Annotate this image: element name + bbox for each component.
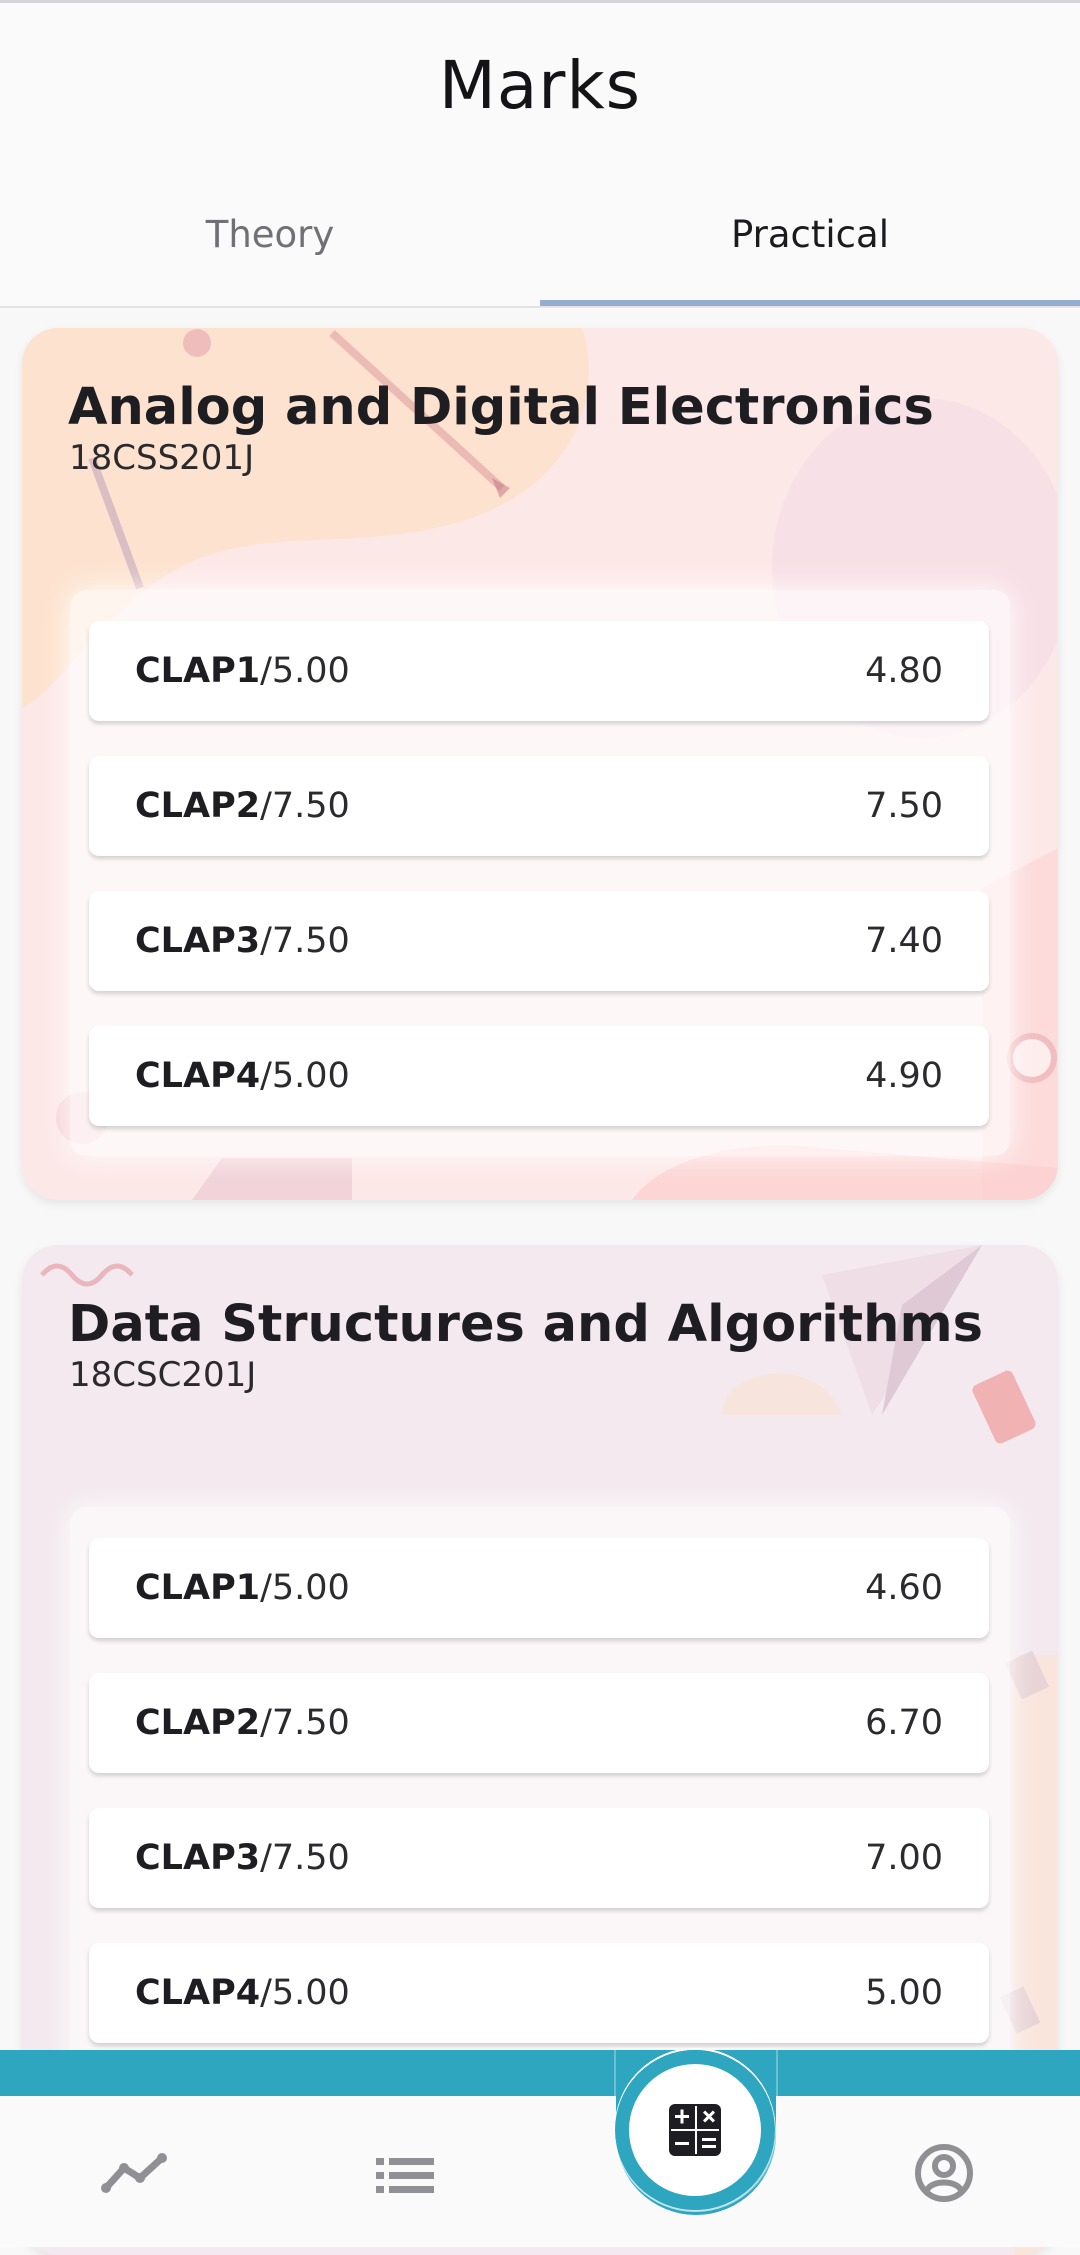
tab-divider — [0, 306, 1080, 308]
nav-accent-band — [0, 2050, 1080, 2096]
test-name: CLAP2 — [135, 1703, 261, 1743]
score-value: 4.60 — [865, 1568, 943, 1608]
mark-row: CLAP3/7.50 7.00 — [89, 1808, 989, 1908]
mark-row: CLAP2/7.50 7.50 — [89, 756, 989, 856]
score-value: 7.40 — [865, 921, 943, 961]
calculator-nav-button[interactable] — [615, 2050, 775, 2210]
mark-row: CLAP1/5.00 4.80 — [89, 621, 989, 721]
score-value: 4.80 — [865, 651, 943, 691]
score-value: 4.90 — [865, 1056, 943, 1096]
max-marks: /7.50 — [260, 1703, 350, 1743]
test-name: CLAP1 — [135, 651, 261, 691]
course-code: 18CSS201J — [69, 438, 255, 478]
list-icon[interactable] — [376, 2156, 434, 2200]
mark-row: CLAP3/7.50 7.40 — [89, 891, 989, 991]
max-marks: /5.00 — [260, 1056, 350, 1096]
mark-row: CLAP1/5.00 4.60 — [89, 1538, 989, 1638]
mark-row: CLAP4/5.00 5.00 — [89, 1943, 989, 2043]
max-marks: /7.50 — [260, 1838, 350, 1878]
trend-line-icon[interactable] — [100, 2150, 170, 2200]
score-value: 6.70 — [865, 1703, 943, 1743]
tab-theory[interactable]: Theory — [0, 213, 540, 256]
page-title: Marks — [438, 47, 642, 124]
tab-practical[interactable]: Practical — [540, 213, 1080, 256]
test-name: CLAP4 — [135, 1973, 261, 2013]
test-name: CLAP3 — [135, 1838, 261, 1878]
score-value: 5.00 — [865, 1973, 943, 2013]
max-marks: /5.00 — [260, 651, 350, 691]
account-circle-icon[interactable] — [914, 2143, 974, 2207]
max-marks: /7.50 — [260, 921, 350, 961]
score-value: 7.50 — [865, 786, 943, 826]
test-name: CLAP3 — [135, 921, 261, 961]
test-name: CLAP2 — [135, 786, 261, 826]
test-name: CLAP4 — [135, 1056, 261, 1096]
max-marks: /7.50 — [260, 786, 350, 826]
calculator-icon — [669, 2104, 721, 2156]
max-marks: /5.00 — [260, 1568, 350, 1608]
active-tab-indicator — [540, 300, 1080, 306]
max-marks: /5.00 — [260, 1973, 350, 2013]
course-code: 18CSC201J — [69, 1355, 257, 1395]
score-value: 7.00 — [865, 1838, 943, 1878]
mark-row: CLAP4/5.00 4.90 — [89, 1026, 989, 1126]
course-name: Analog and Digital Electronics — [68, 378, 934, 437]
test-name: CLAP1 — [135, 1568, 261, 1608]
app-header: Marks Theory Practical — [0, 3, 1080, 309]
course-name: Data Structures and Algorithms — [68, 1295, 983, 1354]
mark-row: CLAP2/7.50 6.70 — [89, 1673, 989, 1773]
